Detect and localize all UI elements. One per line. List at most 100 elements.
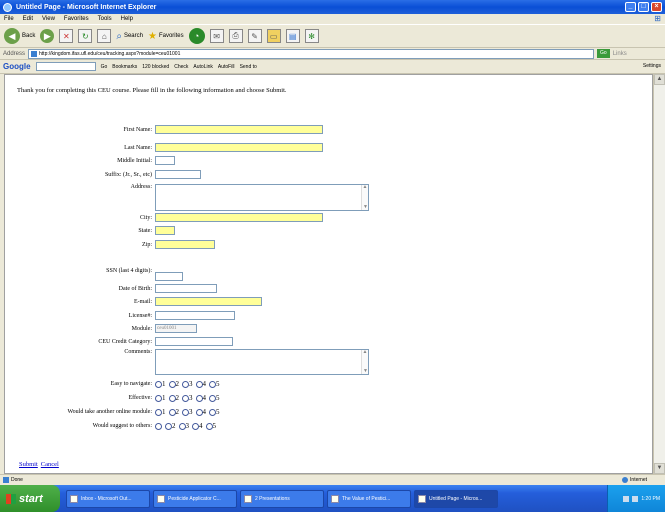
submit-link[interactable]: Submit <box>19 461 38 468</box>
page-scrollbar[interactable]: ▲ ▼ <box>653 74 665 474</box>
radio-suggest-1[interactable] <box>155 422 162 430</box>
first-name-input[interactable] <box>155 125 323 134</box>
radio-navigate-3[interactable]: 3 <box>182 380 193 388</box>
research-button[interactable]: ✻ <box>304 29 319 43</box>
radio-suggest-2[interactable]: 2 <box>165 422 176 430</box>
email-row: E-mail: <box>5 297 262 306</box>
task-outlook[interactable]: Inbox - Microsoft Out... <box>66 489 150 508</box>
state-input[interactable] <box>155 226 175 235</box>
minimize-button[interactable]: _ <box>625 2 636 12</box>
city-input[interactable] <box>155 213 323 222</box>
menu-favorites[interactable]: Favorites <box>64 16 89 22</box>
menu-help[interactable]: Help <box>121 16 133 22</box>
address-textarea-scrollbar[interactable]: ▲ ▼ <box>361 185 368 210</box>
radio-another-4[interactable]: 4 <box>195 408 206 416</box>
zip-input[interactable] <box>155 240 215 249</box>
task-pesticide[interactable]: Pesticide Applicator C... <box>153 489 237 508</box>
license-input[interactable] <box>155 311 235 320</box>
go-button[interactable]: Go <box>597 49 610 58</box>
email-input[interactable] <box>155 297 262 306</box>
history-button[interactable]: ◔ <box>188 28 205 44</box>
google-check-button[interactable]: Check <box>174 64 188 70</box>
task-untitled-page[interactable]: Untitled Page - Micros... <box>414 489 498 508</box>
powerpoint-icon <box>244 494 252 503</box>
tray-network-icon[interactable] <box>623 495 630 502</box>
menu-tools[interactable]: Tools <box>98 16 112 22</box>
ssn-input[interactable] <box>155 272 183 281</box>
middle-initial-input[interactable] <box>155 156 175 165</box>
radio-effective-4[interactable]: 4 <box>195 394 206 402</box>
last-name-input[interactable] <box>155 143 323 152</box>
menu-view[interactable]: View <box>42 16 55 22</box>
google-settings-button[interactable]: Settings <box>643 63 661 69</box>
radio-navigate-4[interactable]: 4 <box>195 380 206 388</box>
cancel-link[interactable]: Cancel <box>41 461 59 468</box>
google-autofill-button[interactable]: AutoFill <box>218 64 235 70</box>
security-zone: Internet <box>622 477 647 483</box>
radio-effective-1[interactable]: 1 <box>155 394 166 402</box>
forward-button[interactable]: ▶ <box>40 29 55 43</box>
task-presentations[interactable]: 2 Presentations <box>240 489 324 508</box>
first-name-row: First Name: <box>5 125 323 134</box>
menu-file[interactable]: File <box>4 16 14 22</box>
maximize-button[interactable]: □ <box>638 2 649 12</box>
mail-button[interactable]: ✉ <box>209 29 224 43</box>
tray-volume-icon[interactable] <box>632 495 639 502</box>
intro-text: Thank you for completing this CEU course… <box>17 87 287 94</box>
print-button[interactable]: ⎙ <box>228 29 243 43</box>
home-button[interactable]: ⌂ <box>97 29 112 43</box>
radio-effective-5[interactable]: 5 <box>209 394 220 402</box>
ssn-label: SSN (last 4 digits): <box>106 267 152 274</box>
stop-button[interactable]: ✕ <box>59 29 74 43</box>
search-button[interactable]: ⌕ Search <box>116 31 143 42</box>
back-button[interactable]: ◀ Back <box>4 28 35 44</box>
dob-input[interactable] <box>155 284 217 293</box>
radio-another-1[interactable]: 1 <box>155 408 166 416</box>
messenger-button[interactable]: ▤ <box>285 29 300 43</box>
google-sendto-button[interactable]: Send to <box>240 64 257 70</box>
google-search-input[interactable] <box>35 62 96 71</box>
scroll-up-arrow-icon[interactable]: ▲ <box>654 74 665 85</box>
credit-category-input[interactable] <box>155 337 233 346</box>
radio-suggest-5[interactable]: 5 <box>205 422 216 430</box>
edit-button[interactable]: ✎ <box>247 29 262 43</box>
radio-another-3[interactable]: 3 <box>182 408 193 416</box>
scroll-down-arrow-icon[interactable]: ▼ <box>654 463 665 474</box>
radio-another-5[interactable]: 5 <box>209 408 220 416</box>
status-bar: Done Internet <box>0 474 665 485</box>
radio-another-2[interactable]: 2 <box>168 408 179 416</box>
comments-textarea[interactable]: ▲ ▼ <box>155 349 369 375</box>
address-input[interactable]: http://kingdom.ifas.ufl.edu/ceu/tracking… <box>28 48 595 59</box>
radio-effective-2[interactable]: 2 <box>168 394 179 402</box>
suffix-input[interactable] <box>155 170 201 179</box>
radio-navigate-5[interactable]: 5 <box>209 380 220 388</box>
google-autolink-button[interactable]: AutoLink <box>193 64 212 70</box>
folder-button[interactable]: ▭ <box>266 29 281 43</box>
close-button[interactable]: × <box>651 2 662 12</box>
task-value-of-pesticides[interactable]: The Value of Pestici... <box>327 489 411 508</box>
window-titlebar[interactable]: Untitled Page - Microsoft Internet Explo… <box>0 0 665 14</box>
favorites-button[interactable]: ★ Favorites <box>148 31 184 42</box>
links-button[interactable]: Links <box>613 51 627 57</box>
module-row: Module: ceu01001 <box>5 324 197 333</box>
google-logo[interactable]: Google <box>3 62 31 71</box>
survey-label-suggest: Would suggest to others: <box>92 423 152 429</box>
google-go-button[interactable]: Go <box>101 64 108 70</box>
radio-navigate-2[interactable]: 2 <box>168 380 179 388</box>
comments-row: Comments: ▲ ▼ <box>5 349 369 375</box>
start-button[interactable]: start <box>0 485 60 512</box>
refresh-button[interactable]: ↻ <box>78 29 93 43</box>
radio-suggest-3[interactable]: 3 <box>178 422 189 430</box>
google-popup-blocked[interactable]: 120 blocked <box>142 64 169 70</box>
address-textarea[interactable]: ▲ ▼ <box>155 184 369 211</box>
comments-textarea-scrollbar[interactable]: ▲ ▼ <box>361 350 368 374</box>
star-icon: ★ <box>147 30 157 42</box>
radio-navigate-1[interactable]: 1 <box>155 380 166 388</box>
radio-suggest-4[interactable]: 4 <box>192 422 203 430</box>
first-name-label: First Name: <box>123 126 153 133</box>
navigation-toolbar: ◀ Back ▶ ✕ ↻ ⌂ ⌕ Search ★ Favorites ◔ ✉ … <box>0 24 665 48</box>
google-bookmarks-button[interactable]: Bookmarks <box>112 64 137 70</box>
menu-edit[interactable]: Edit <box>23 16 33 22</box>
radio-effective-3[interactable]: 3 <box>182 394 193 402</box>
clock: 1:20 PM <box>641 495 660 502</box>
